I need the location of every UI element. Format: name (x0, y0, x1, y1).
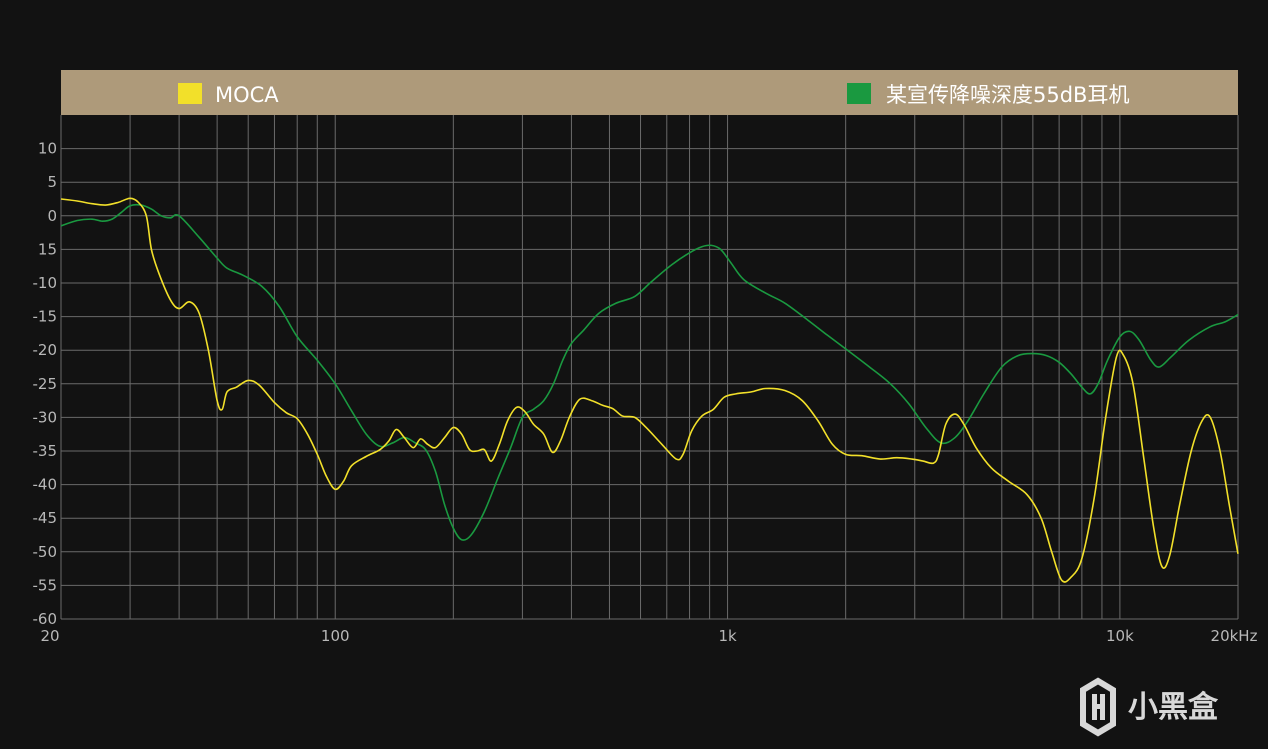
x-tick-label: 20 (40, 627, 59, 645)
x-tick-label: 10k (1106, 627, 1134, 645)
y-tick-label: -60 (33, 610, 58, 628)
x-tick-label: 100 (321, 627, 350, 645)
watermark-text: 小黑盒 (1128, 690, 1219, 725)
y-tick-label: -35 (33, 442, 58, 460)
y-tick-label: -45 (33, 509, 58, 527)
y-tick-label: -20 (33, 341, 58, 359)
y-tick-label: 5 (47, 173, 57, 191)
y-tick-label: -55 (33, 576, 58, 594)
legend-swatch-anc-headphone (847, 83, 871, 104)
legend-label-anc-headphone: 某宣传降噪深度55dB耳机 (886, 83, 1129, 107)
frequency-response-chart: MOCA 某宣传降噪深度55dB耳机 10 5 0 15 -10 -15 -20 -25 -30… (0, 0, 1268, 749)
y-tick-label: 0 (47, 207, 57, 225)
y-tick-label: -40 (33, 476, 58, 494)
x-tick-label: 20kHz (1211, 627, 1258, 645)
legend-swatch-moca (178, 83, 202, 104)
y-tick-label: -10 (33, 274, 58, 292)
legend-label-moca: MOCA (215, 83, 279, 107)
y-tick-label: -15 (33, 308, 58, 326)
y-tick-label: -30 (33, 408, 58, 426)
y-tick-label: -50 (33, 543, 58, 561)
x-tick-label: 1k (718, 627, 737, 645)
y-tick-label: 15 (38, 240, 57, 258)
y-tick-label: 10 (38, 140, 57, 158)
y-tick-label: -25 (33, 375, 58, 393)
